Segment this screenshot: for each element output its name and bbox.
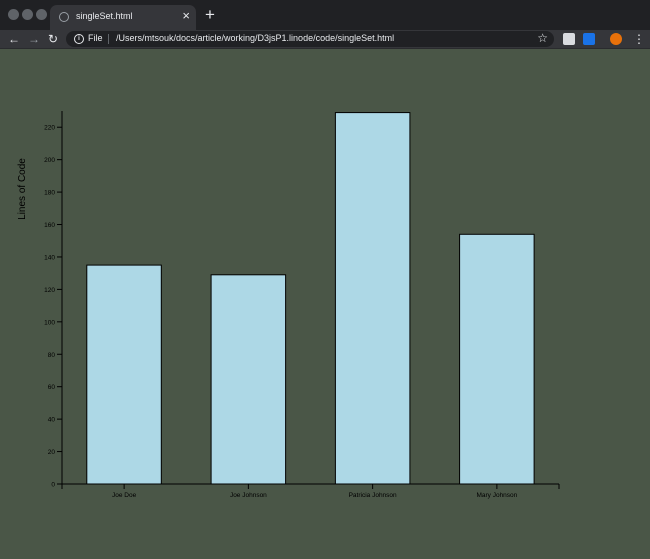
y-tick-label: 200 [44,157,55,164]
address-divider [108,34,109,44]
tab-strip: singleSet.html × + [0,0,650,30]
tab-title: singleSet.html [76,11,133,21]
maximize-window-button[interactable] [36,9,47,20]
file-scheme-label: File [88,33,103,43]
globe-icon [59,12,69,22]
y-tick-label: 100 [44,319,55,326]
y-tick-label: 60 [48,384,56,391]
reload-icon[interactable]: ↻ [48,31,58,47]
browser-window: singleSet.html × + ← → ↻ i File /Users/m… [0,0,650,559]
browser-menu-icon[interactable]: ⋮ [633,31,645,47]
close-tab-icon[interactable]: × [182,8,190,24]
minimize-window-button[interactable] [22,9,33,20]
y-tick-label: 160 [44,222,55,229]
y-tick-label: 120 [44,287,55,294]
bar-mary-johnson [459,233,535,485]
bar-chart: 020406080100120140160180200220 Joe Doe Jo… [17,111,560,499]
forward-arrow-icon[interactable]: → [28,31,40,47]
url-text[interactable]: /Users/mtsouk/docs/article/working/D3jsP… [116,33,394,43]
x-axis: Joe Doe Joe Johnson Patricia Johnson Mary J… [61,483,560,499]
y-tick-label: 0 [51,482,55,489]
back-arrow-icon[interactable]: ← [8,31,20,47]
x-tick-label: Joe Doe [112,492,137,499]
y-axis-label: Lines of Code [17,158,28,220]
address-bar[interactable]: i File /Users/mtsouk/docs/article/workin… [66,31,554,47]
extension-icon[interactable] [563,33,575,45]
close-window-button[interactable] [8,9,19,20]
y-tick-label: 220 [44,125,55,132]
bars-group [86,112,535,485]
x-tick-label: Patricia Johnson [349,492,397,499]
y-tick-label: 20 [48,449,56,456]
browser-toolbar: ← → ↻ i File /Users/mtsouk/docs/article/… [0,30,650,49]
info-icon[interactable]: i [74,34,84,44]
x-tick-label: Mary Johnson [476,492,517,499]
x-tick-label: Joe Johnson [230,492,267,499]
y-tick-label: 80 [48,352,56,359]
y-tick-label: 40 [48,417,56,424]
y-axis: 0 20 40 60 80 100 120 140 160 180 200 220 [44,111,63,489]
new-tab-button[interactable]: + [205,6,215,24]
y-tick-label: 180 [44,190,55,197]
bar-joe-johnson [210,274,287,485]
bar-patricia-johnson [334,112,411,485]
bookmark-star-icon[interactable]: ☆ [537,31,548,45]
bar-joe-doe [86,264,162,485]
tab-singleset[interactable]: singleSet.html × [50,5,196,30]
y-tick-label: 140 [44,254,55,261]
translate-icon[interactable] [583,33,595,45]
profile-avatar-icon[interactable] [610,33,622,45]
